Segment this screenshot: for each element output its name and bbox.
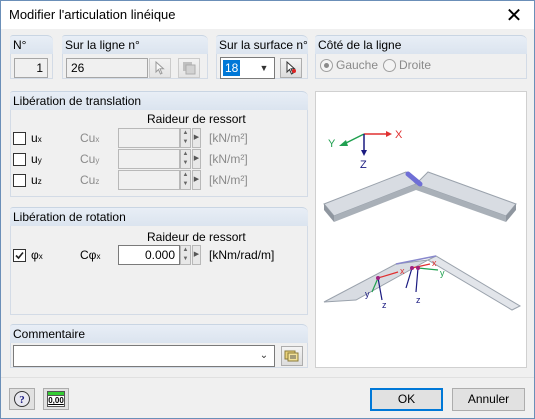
local-y-label: y	[365, 289, 370, 299]
dialog-footer: ? 0,00 OK Annuler	[1, 377, 534, 418]
ok-button[interactable]: OK	[370, 388, 443, 411]
close-icon[interactable]: ✕	[502, 3, 526, 27]
surface-value: 18	[223, 60, 241, 76]
local-x-label: x	[400, 266, 405, 276]
pick-icon	[286, 61, 296, 75]
cote-label: Côté de la ligne	[315, 35, 527, 54]
gauche-radio[interactable]	[320, 59, 333, 72]
cuy-label: Cuy	[80, 152, 100, 166]
uz-checkbox[interactable]	[13, 174, 26, 187]
pick-surface-button[interactable]	[280, 58, 302, 78]
axis-y-label: Y	[328, 138, 336, 150]
axis-x-label: X	[395, 129, 403, 141]
surface-group: Sur la surface n° 18 ▼	[216, 35, 308, 79]
units-icon: 0,00	[47, 391, 65, 407]
gauche-label: Gauche	[336, 58, 379, 72]
pick-icon	[155, 61, 165, 75]
phix-label: φx	[31, 248, 43, 262]
numero-field: 1	[14, 58, 48, 78]
uy-checkbox[interactable]	[13, 153, 26, 166]
axis-z-label: Z	[360, 159, 367, 171]
translation-subheader: Raideur de ressort	[147, 112, 246, 126]
uy-label: uy	[31, 152, 42, 166]
ligne-group: Sur la ligne n° 26	[62, 35, 208, 79]
cuy-unit: [kN/m²]	[209, 152, 248, 166]
svg-text:?: ?	[19, 394, 25, 406]
cote-group: Côté de la ligne Gauche Droite	[315, 35, 527, 79]
help-icon: ?	[14, 391, 30, 407]
dialog-title: Modifier l'articulation linéique	[9, 7, 176, 22]
numero-group: N° 1	[10, 35, 53, 79]
droite-label: Droite	[399, 58, 432, 72]
commentaire-group: Commentaire ⌄	[10, 324, 308, 368]
local-z-label-2: z	[416, 295, 421, 305]
comment-library-button[interactable]	[281, 346, 303, 366]
cuz-unit: [kN/m²]	[209, 173, 248, 187]
units-button[interactable]: 0,00	[43, 388, 69, 410]
pick-line-button[interactable]	[149, 58, 171, 78]
translation-group: Libération de translation Raideur de res…	[10, 91, 308, 197]
ligne-field: 26	[66, 58, 148, 78]
translation-header: Libération de translation	[10, 91, 308, 110]
select-line-button[interactable]	[178, 58, 200, 78]
dialog-window: Modifier l'articulation linéique ✕ N° 1 …	[0, 0, 535, 419]
cancel-button[interactable]: Annuler	[452, 388, 525, 411]
select-icon	[183, 62, 196, 75]
comment-library-icon	[284, 350, 299, 362]
commentaire-label: Commentaire	[10, 324, 308, 343]
preview-panel: X Y Z x x y y z z	[315, 91, 527, 368]
rotation-subheader: Raideur de ressort	[147, 230, 246, 244]
lower-plates: x x y y z z	[323, 255, 522, 311]
global-axes: X Y Z	[328, 129, 403, 171]
droite-radio[interactable]	[383, 59, 396, 72]
cux-unit: [kN/m²]	[209, 131, 248, 145]
cphix-unit: [kNm/rad/m]	[209, 248, 275, 262]
title-bar: Modifier l'articulation linéique ✕	[1, 1, 534, 29]
ux-checkbox[interactable]	[13, 132, 26, 145]
local-y-label-2: y	[440, 268, 445, 278]
local-x-label-2: x	[432, 258, 437, 268]
chevron-down-icon: ⌄	[259, 350, 269, 361]
surface-select[interactable]: 18 ▼	[220, 57, 275, 79]
local-z-label: z	[382, 300, 387, 310]
rotation-group: Libération de rotation Raideur de ressor…	[10, 207, 308, 315]
hinge-preview-graphic: X Y Z x x y y z z	[323, 129, 522, 311]
chevron-down-icon: ▼	[259, 63, 269, 73]
numero-label: N°	[10, 35, 53, 54]
help-button[interactable]: ?	[9, 388, 35, 410]
surface-label: Sur la surface n°	[216, 35, 308, 54]
cphix-value[interactable]: 0.000	[118, 245, 180, 265]
rotation-header: Libération de rotation	[10, 207, 308, 226]
cuz-label: Cuz	[80, 173, 100, 187]
cux-label: Cux	[80, 131, 100, 145]
phix-checkbox[interactable]	[13, 249, 26, 262]
ligne-label: Sur la ligne n°	[62, 35, 208, 54]
commentaire-input[interactable]: ⌄	[13, 345, 275, 367]
upper-plates	[323, 171, 517, 222]
cphix-label: Cφx	[80, 248, 101, 262]
uz-label: uz	[31, 173, 42, 187]
checkmark-icon	[15, 251, 24, 260]
ux-label: ux	[31, 131, 42, 145]
